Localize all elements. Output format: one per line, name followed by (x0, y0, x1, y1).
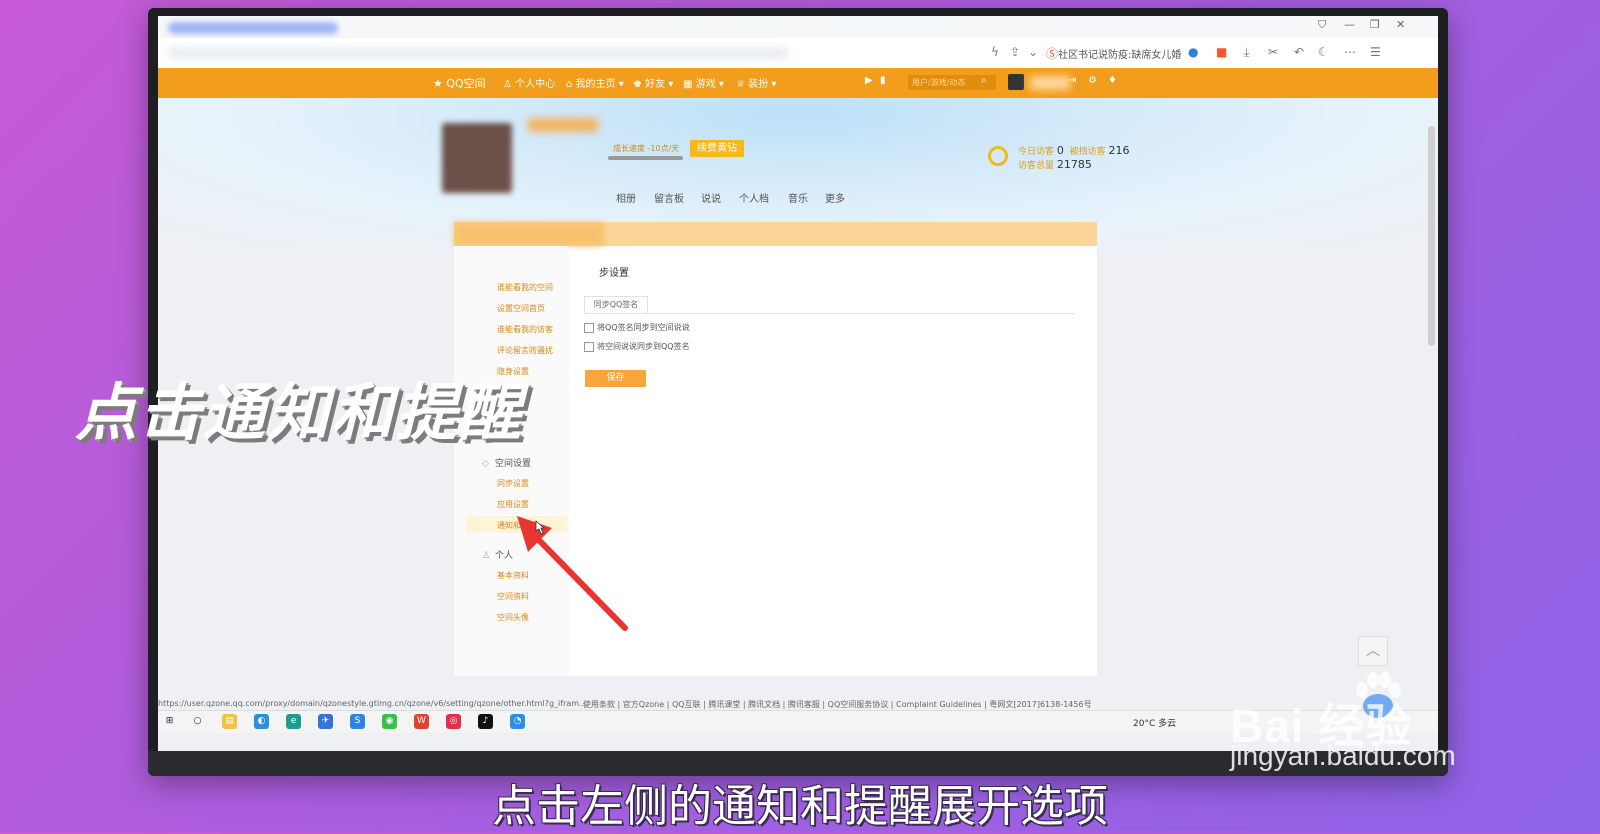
arrow-shaft (529, 530, 628, 631)
big-caption: 点击通知和提醒 (75, 376, 524, 449)
baidu-jingyan-watermark: Bai 经验 jingyan.baidu.com (1230, 672, 1530, 790)
watermark-url: jingyan.baidu.com (1230, 740, 1456, 771)
